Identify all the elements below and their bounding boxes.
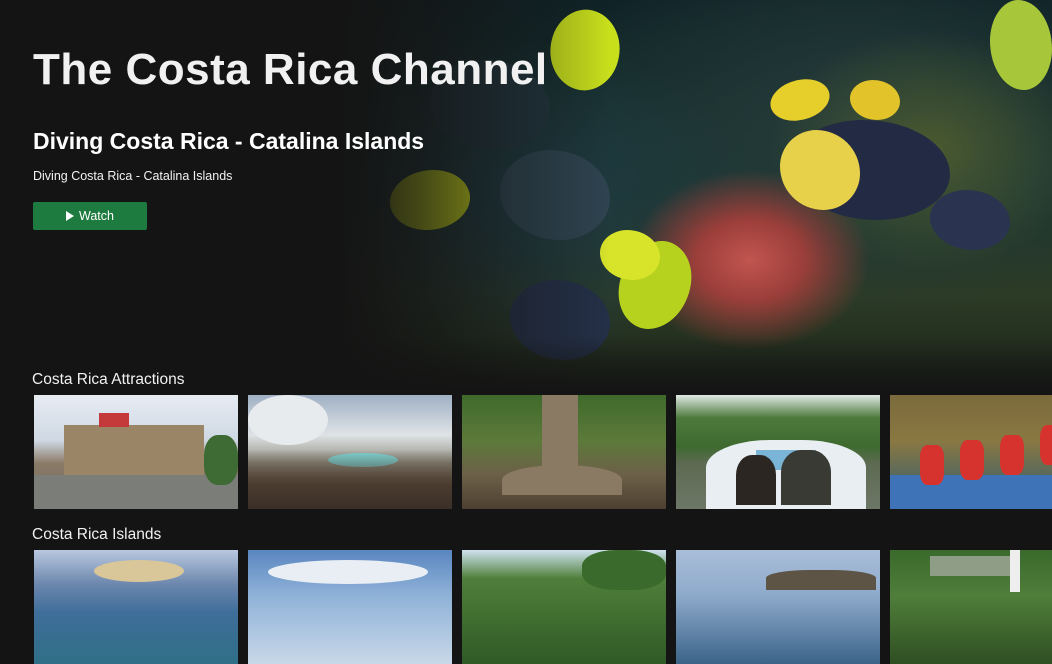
thumbnail-volcano-crater[interactable] xyxy=(248,395,452,509)
thumbnail-rocky-coast[interactable] xyxy=(676,550,880,664)
row-title-islands: Costa Rica Islands xyxy=(32,526,162,543)
thumbnail-aerial-island[interactable] xyxy=(34,550,238,664)
thumbnail-river-boat[interactable] xyxy=(676,395,880,509)
thumbnail-sky-sea[interactable] xyxy=(248,550,452,664)
watch-button[interactable]: Watch xyxy=(33,202,147,230)
islands-row xyxy=(34,550,1052,664)
featured-video-title: Diving Costa Rica - Catalina Islands xyxy=(33,128,425,154)
featured-video-description: Diving Costa Rica - Catalina Islands xyxy=(33,169,233,183)
watch-button-label: Watch xyxy=(79,209,114,223)
thumbnail-rafting[interactable] xyxy=(890,395,1052,509)
thumbnail-national-theater[interactable] xyxy=(34,395,238,509)
play-icon xyxy=(66,211,75,221)
channel-title: The Costa Rica Channel xyxy=(33,45,548,94)
thumbnail-tropical-trees[interactable] xyxy=(462,550,666,664)
thumbnail-jungle-tree[interactable] xyxy=(462,395,666,509)
attractions-row xyxy=(34,395,1052,509)
row-title-attractions: Costa Rica Attractions xyxy=(32,371,185,388)
thumbnail-jungle-hut[interactable] xyxy=(890,550,1052,664)
